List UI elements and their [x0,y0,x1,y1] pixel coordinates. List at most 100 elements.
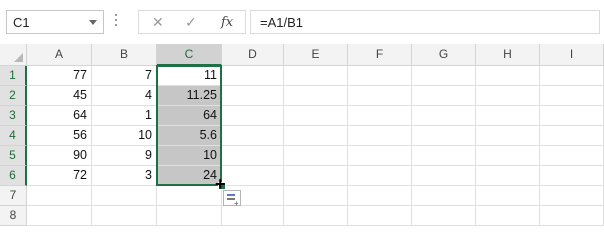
cell-a6[interactable]: 72 [27,166,92,186]
cell-g3[interactable] [412,106,476,126]
cell-e5[interactable] [284,146,348,166]
quick-analysis-icon[interactable]: + [223,190,241,208]
cell-i5[interactable] [540,146,604,166]
cell-f2[interactable] [348,86,412,106]
cell-a4[interactable]: 56 [27,126,92,146]
cell-e4[interactable] [284,126,348,146]
cell-e1[interactable] [284,66,348,86]
cell-b2[interactable]: 4 [92,86,157,106]
cell-c8[interactable] [157,206,222,226]
cell-c3[interactable]: 64 [157,106,222,126]
row-header-6[interactable]: 6 [0,166,27,186]
select-all-icon [14,53,23,62]
dropdown-arrow-icon[interactable] [89,20,97,25]
cell-d2[interactable] [222,86,284,106]
cell-h2[interactable] [476,86,540,106]
cell-e7[interactable] [284,186,348,206]
row-header-2[interactable]: 2 [0,86,27,106]
insert-function-icon[interactable]: fx [221,15,233,30]
cell-h5[interactable] [476,146,540,166]
column-header-d[interactable]: D [222,44,284,66]
column-header-a[interactable]: A [27,44,92,66]
cell-d3[interactable] [222,106,284,126]
column-header-c[interactable]: C [157,44,222,66]
cell-h8[interactable] [476,206,540,226]
cell-b1[interactable]: 7 [92,66,157,86]
cell-h4[interactable] [476,126,540,146]
cell-i3[interactable] [540,106,604,126]
cell-h6[interactable] [476,166,540,186]
cell-i6[interactable] [540,166,604,186]
formula-input[interactable]: =A1/B1 [250,10,600,34]
row-header-1[interactable]: 1 [0,66,27,86]
row-header-4[interactable]: 4 [0,126,27,146]
name-box[interactable]: C1 [6,10,104,34]
cell-c2[interactable]: 11.25 [157,86,222,106]
cell-g7[interactable] [412,186,476,206]
cell-c4[interactable]: 5.6 [157,126,222,146]
column-header-b[interactable]: B [92,44,157,66]
formula-text: =A1/B1 [260,15,304,30]
cell-f1[interactable] [348,66,412,86]
cell-b4[interactable]: 10 [92,126,157,146]
cell-b7[interactable] [92,186,157,206]
cell-a5[interactable]: 90 [27,146,92,166]
cell-i1[interactable] [540,66,604,86]
cell-a8[interactable] [27,206,92,226]
column-header-i[interactable]: I [540,44,604,66]
cell-a2[interactable]: 45 [27,86,92,106]
cell-f5[interactable] [348,146,412,166]
cell-f3[interactable] [348,106,412,126]
enter-icon[interactable]: ✓ [185,14,197,31]
cell-i7[interactable] [540,186,604,206]
cell-a7[interactable] [27,186,92,206]
cell-d6[interactable] [222,166,284,186]
row-header-5[interactable]: 5 [0,146,27,166]
cell-d1[interactable] [222,66,284,86]
cell-c6[interactable]: 24 [157,166,222,186]
cell-b3[interactable]: 1 [92,106,157,126]
cell-g2[interactable] [412,86,476,106]
cell-b8[interactable] [92,206,157,226]
column-header-g[interactable]: G [412,44,476,66]
row-header-7[interactable]: 7 [0,186,27,206]
cell-e3[interactable] [284,106,348,126]
column-header-h[interactable]: H [476,44,540,66]
cell-h7[interactable] [476,186,540,206]
cancel-icon[interactable]: ✕ [152,14,164,31]
cell-c7[interactable] [157,186,222,206]
cell-c5[interactable]: 10 [157,146,222,166]
select-all-button[interactable] [0,44,27,66]
cell-e8[interactable] [284,206,348,226]
cell-d5[interactable] [222,146,284,166]
cell-b6[interactable]: 3 [92,166,157,186]
cell-e2[interactable] [284,86,348,106]
cell-f8[interactable] [348,206,412,226]
cell-f7[interactable] [348,186,412,206]
cell-h1[interactable] [476,66,540,86]
cell-i2[interactable] [540,86,604,106]
cell-g6[interactable] [412,166,476,186]
formula-bar-grip-icon[interactable] [114,14,118,30]
name-box-value: C1 [13,15,30,30]
cell-g1[interactable] [412,66,476,86]
cell-d4[interactable] [222,126,284,146]
cell-g5[interactable] [412,146,476,166]
cell-a3[interactable]: 64 [27,106,92,126]
cell-i8[interactable] [540,206,604,226]
column-header-e[interactable]: E [284,44,348,66]
cell-e6[interactable] [284,166,348,186]
cell-b5[interactable]: 9 [92,146,157,166]
cell-d8[interactable] [222,206,284,226]
row-header-3[interactable]: 3 [0,106,27,126]
column-header-f[interactable]: F [348,44,412,66]
cell-i4[interactable] [540,126,604,146]
cell-c1[interactable]: 11 [157,66,222,86]
cell-f6[interactable] [348,166,412,186]
cell-h3[interactable] [476,106,540,126]
row-header-8[interactable]: 8 [0,206,27,226]
cell-a1[interactable]: 77 [27,66,92,86]
cell-g8[interactable] [412,206,476,226]
cell-f4[interactable] [348,126,412,146]
cell-g4[interactable] [412,126,476,146]
